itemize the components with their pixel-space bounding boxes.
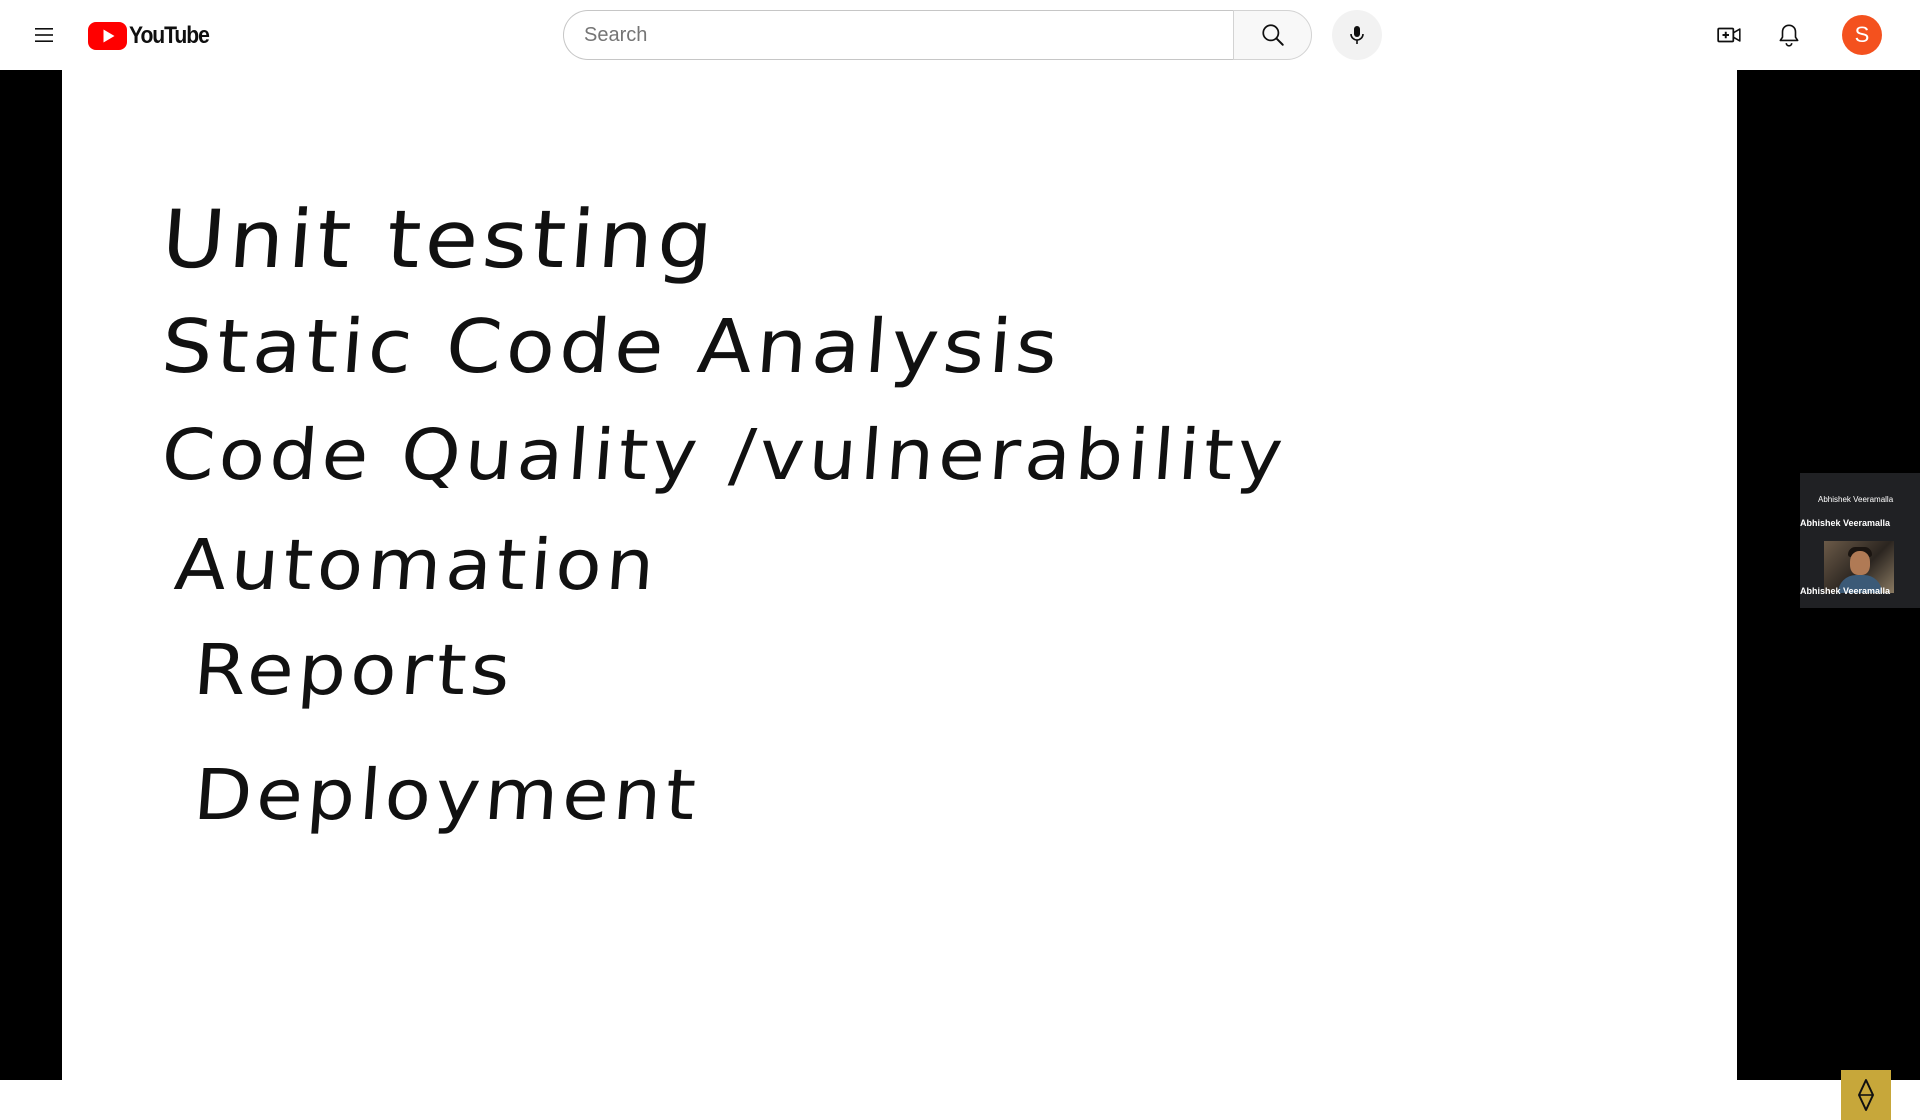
bell-icon: [1779, 24, 1799, 47]
youtube-play-logo-icon: [88, 21, 127, 50]
notifications-button[interactable]: [1769, 15, 1809, 55]
microphone-icon: [1350, 26, 1364, 44]
create-video-icon: [1717, 27, 1741, 43]
search-box: [563, 10, 1312, 60]
voice-search-button[interactable]: [1332, 10, 1382, 60]
search-input[interactable]: [563, 10, 1233, 60]
search-button[interactable]: [1233, 10, 1312, 60]
webcam-name-bottom: Abhishek Veeramalla: [1800, 586, 1891, 596]
whiteboard-line-unit-testing: Unit testing: [158, 193, 721, 286]
presenter-webcam-overlay: Abhishek Veeramalla Abhishek Veeramalla …: [1800, 473, 1920, 608]
account-avatar-button[interactable]: S: [1842, 15, 1882, 55]
whiteboard-frame: Unit testing Static Code Analysis Code Q…: [62, 70, 1737, 1080]
whiteboard-line-code-quality: Code Quality /vulnerability: [158, 414, 1290, 496]
search-icon: [1261, 24, 1284, 46]
whiteboard-line-automation: Automation: [171, 524, 662, 606]
youtube-logo[interactable]: YouTube: [88, 21, 220, 50]
video-player[interactable]: Unit testing Static Code Analysis Code Q…: [0, 70, 1920, 1120]
webcam-name-mid: Abhishek Veeramalla: [1800, 518, 1891, 528]
hamburger-menu-icon: [35, 28, 53, 42]
channel-watermark-button[interactable]: [1841, 1070, 1891, 1120]
logo-wordmark: YouTube: [129, 21, 210, 49]
guide-menu-button[interactable]: [24, 15, 64, 55]
presenter-face: [1850, 551, 1870, 575]
whiteboard-line-static-code-analysis: Static Code Analysis: [158, 304, 1065, 390]
whiteboard-line-deployment: Deployment: [190, 754, 703, 836]
masthead: YouTube S: [0, 0, 1920, 70]
channel-watermark-icon: [1858, 1079, 1874, 1111]
avatar-initial: S: [1854, 22, 1870, 47]
webcam-name-top: Abhishek Veeramalla: [1818, 495, 1894, 504]
whiteboard-line-reports: Reports: [190, 629, 518, 711]
create-button[interactable]: [1709, 15, 1749, 55]
